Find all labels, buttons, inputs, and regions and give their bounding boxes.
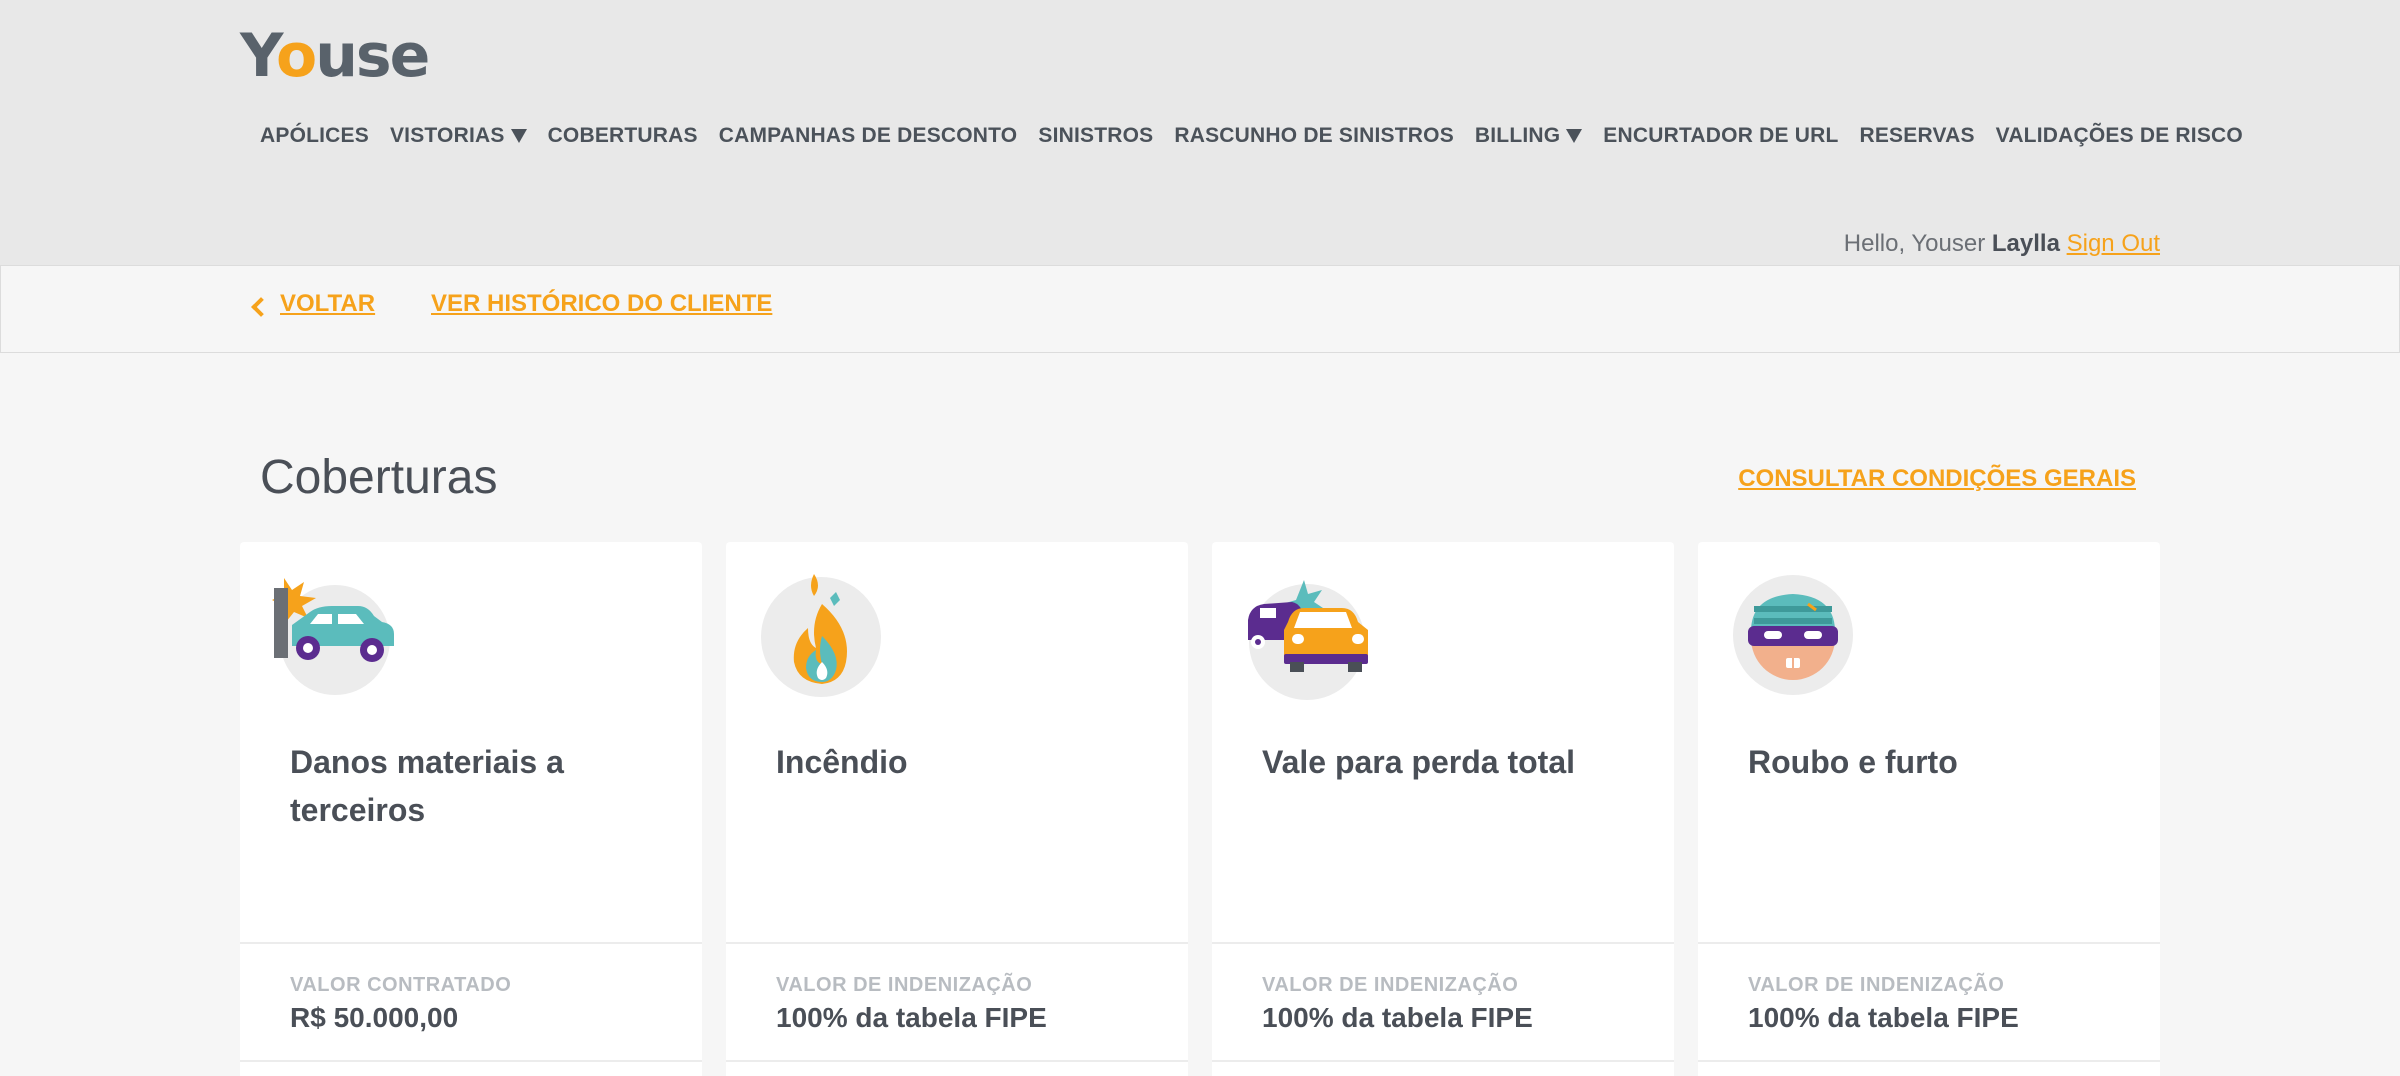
divider	[1698, 1060, 2160, 1062]
divider	[1212, 1060, 1674, 1062]
nav-item-vistorias[interactable]: VISTORIAS	[390, 124, 527, 148]
general-conditions-link[interactable]: CONSULTAR CONDIÇÕES GERAIS	[1738, 465, 2136, 493]
back-label[interactable]: VOLTAR	[280, 290, 375, 318]
page-title: Coberturas	[260, 451, 498, 504]
top-header: Youse APÓLICES VISTORIAS COBERTURAS CAMP…	[0, 0, 2400, 265]
greeting-text: Hello, Youser	[1843, 230, 1986, 257]
thief-icon	[1733, 575, 1853, 695]
sign-out-link[interactable]: Sign Out	[2067, 230, 2160, 257]
user-name: Laylla	[1991, 230, 2060, 257]
coverage-value: R$ 50.000,00	[290, 1002, 459, 1033]
nav-item-apolices[interactable]: APÓLICES	[260, 124, 369, 148]
coverage-value: 100% da tabela FIPE	[1748, 1002, 2019, 1033]
coverage-value: 100% da tabela FIPE	[776, 1002, 1047, 1033]
nav-item-reservas[interactable]: RESERVAS	[1859, 124, 1974, 148]
nav-item-encurtador[interactable]: ENCURTADOR DE URL	[1603, 124, 1838, 148]
coverage-value-label: VALOR DE INDENIZAÇÃO	[1262, 974, 1519, 996]
coverage-card[interactable]: Vale para perda total VALOR DE INDENIZAÇ…	[1212, 542, 1674, 1076]
coverage-cards: Danos materiais a terceiros VALOR CONTRA…	[240, 542, 2160, 1076]
divider	[240, 1060, 702, 1062]
caret-down-icon	[510, 129, 527, 143]
customer-history-link[interactable]: VER HISTÓRICO DO CLIENTE	[431, 290, 772, 318]
divider	[1212, 942, 1674, 944]
nav-item-rascunho[interactable]: RASCUNHO DE SINISTROS	[1174, 124, 1454, 148]
coverage-card[interactable]: Incêndio VALOR DE INDENIZAÇÃO 100% da ta…	[726, 542, 1188, 1076]
nav-item-billing[interactable]: BILLING	[1475, 124, 1583, 148]
divider	[726, 1060, 1188, 1062]
car-crash-icon	[272, 578, 394, 695]
chevron-left-icon	[251, 297, 271, 317]
coverage-value-label: VALOR CONTRATADO	[290, 974, 512, 996]
coverage-title: Roubo e furto	[1748, 744, 1958, 780]
nav-item-coberturas[interactable]: COBERTURAS	[548, 124, 698, 148]
back-link[interactable]: VOLTAR	[251, 290, 375, 318]
logo-text: Youse	[240, 21, 430, 91]
user-greeting: Hello, Youser Laylla Sign Out	[1844, 230, 2160, 258]
coverage-title: Incêndio	[776, 744, 908, 780]
divider	[240, 942, 702, 944]
caret-down-icon	[1566, 129, 1583, 143]
car-collision-icon	[1248, 580, 1368, 700]
coverage-value-label: VALOR DE INDENIZAÇÃO	[1748, 974, 2005, 996]
coverage-card[interactable]: Roubo e furto VALOR DE INDENIZAÇÃO 100% …	[1698, 542, 2160, 1076]
divider	[726, 942, 1188, 944]
youse-logo[interactable]: Youse	[240, 21, 430, 91]
coverage-title: Danos materiais a terceiros	[290, 744, 564, 828]
coverage-value: 100% da tabela FIPE	[1262, 1002, 1533, 1033]
nav-item-sinistros[interactable]: SINISTROS	[1038, 124, 1153, 148]
divider	[1698, 942, 2160, 944]
nav-item-campanhas[interactable]: CAMPANHAS DE DESCONTO	[719, 124, 1018, 148]
coverage-card[interactable]: Danos materiais a terceiros VALOR CONTRA…	[240, 542, 702, 1076]
nav-item-validacoes[interactable]: VALIDAÇÕES DE RISCO	[1996, 124, 2243, 148]
fire-icon	[761, 574, 881, 697]
main-nav: APÓLICES VISTORIAS COBERTURAS CAMPANHAS …	[260, 124, 2264, 148]
coverage-title: Vale para perda total	[1262, 744, 1576, 780]
coverage-value-label: VALOR DE INDENIZAÇÃO	[776, 974, 1033, 996]
